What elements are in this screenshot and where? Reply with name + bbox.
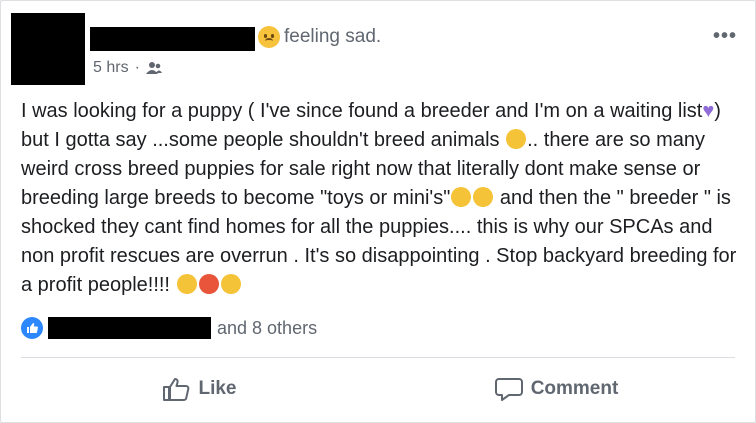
cursing-face-icon (220, 274, 241, 294)
relieved-face-icon (506, 129, 527, 149)
divider (21, 357, 735, 358)
thumbs-up-icon (163, 378, 190, 401)
comment-bubble-icon (494, 378, 523, 401)
post-text-1: I was looking for a puppy ( I've since f… (21, 100, 703, 122)
action-bar: Like Comment (21, 359, 735, 419)
avatar-redacted[interactable] (11, 13, 85, 85)
sad-face-icon (258, 26, 280, 48)
eye-roll-face-icon (473, 187, 494, 207)
reactions-others-count[interactable]: and 8 others (217, 318, 317, 339)
eye-roll-face-icon (451, 187, 472, 207)
feeling-label: feeling sad. (284, 26, 382, 47)
author-name-redacted[interactable] (90, 27, 255, 51)
comment-label: Comment (530, 378, 619, 399)
cursing-face-icon (176, 274, 197, 294)
reactions-summary[interactable]: and 8 others (21, 317, 317, 339)
like-button[interactable]: Like (21, 359, 378, 419)
angry-face-icon (198, 274, 219, 294)
friends-audience-icon[interactable] (145, 61, 162, 75)
post-meta: 5 hrs · (93, 59, 162, 77)
post-card: feeling sad. 5 hrs · ••• I was looking f… (0, 0, 756, 423)
post-body: I was looking for a puppy ( I've since f… (21, 97, 741, 300)
meta-separator: · (134, 59, 140, 76)
like-label: Like (198, 378, 237, 399)
post-timestamp[interactable]: 5 hrs (93, 59, 129, 77)
feeling-status: feeling sad. (258, 26, 381, 48)
reactor-name-redacted[interactable] (48, 317, 211, 339)
like-reaction-icon (21, 317, 43, 339)
more-options-icon[interactable]: ••• (713, 25, 737, 48)
comment-button[interactable]: Comment (378, 359, 735, 419)
purple-heart-icon: ♥ (702, 100, 715, 122)
